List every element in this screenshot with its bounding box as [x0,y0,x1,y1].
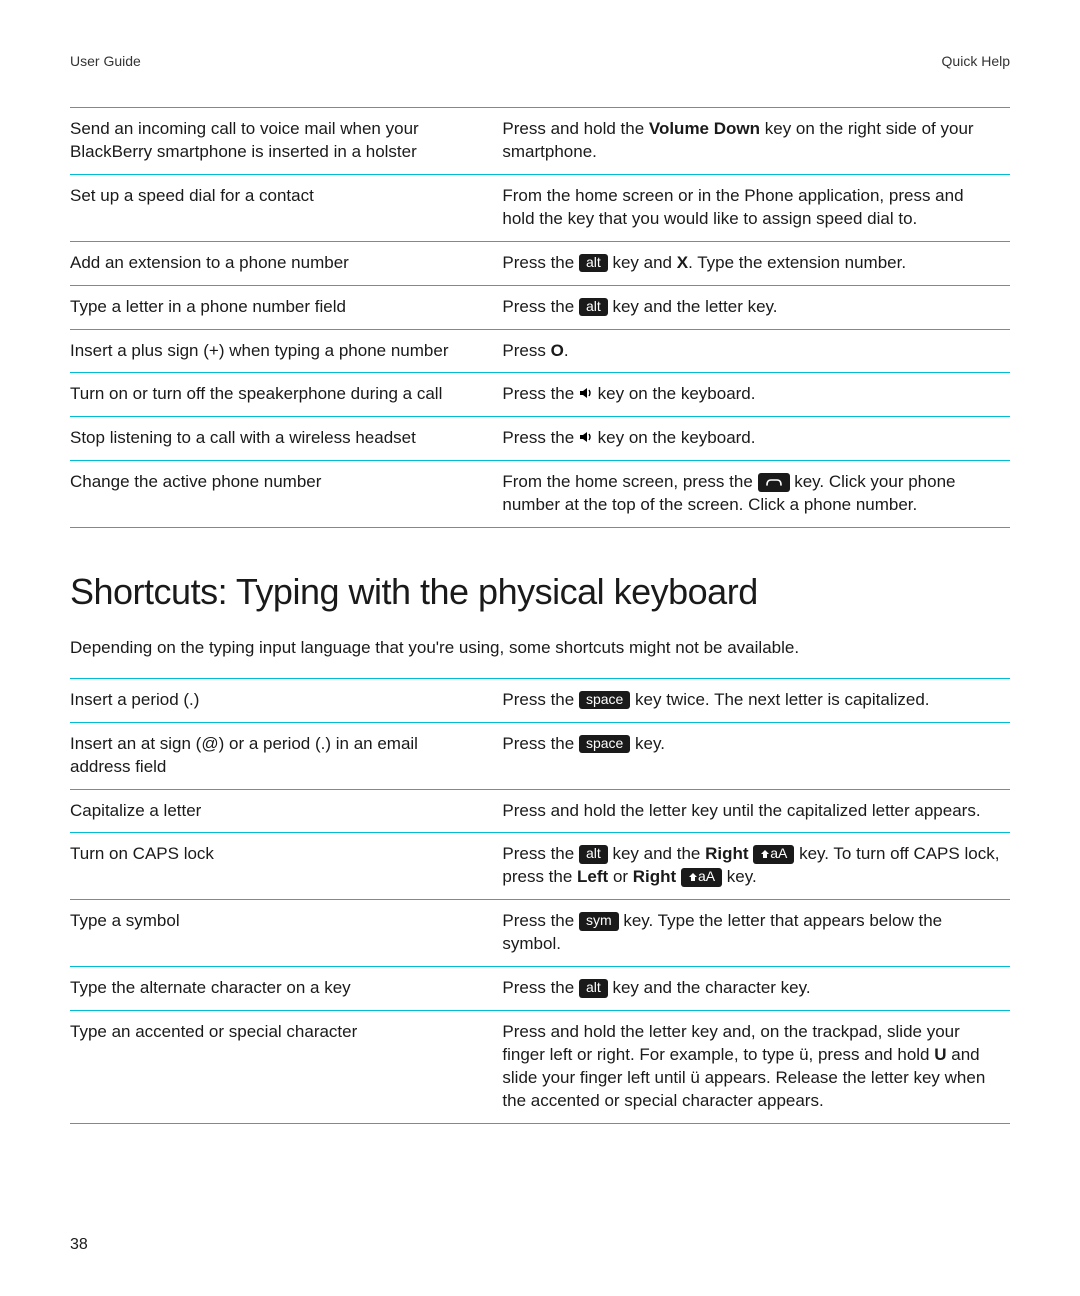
table-row: Stop listening to a call with a wireless… [70,417,1010,461]
section-title: Shortcuts: Typing with the physical keyb… [70,568,1010,617]
shift-key-icon: aA [681,868,722,886]
table-row: Type a symbolPress the sym key. Type the… [70,900,1010,967]
bold-text: O [551,341,564,360]
row-action: Change the active phone number [70,461,502,528]
bold-text: U [934,1045,946,1064]
table-row: Insert a plus sign (+) when typing a pho… [70,329,1010,373]
row-instruction: From the home screen or in the Phone app… [502,174,1010,241]
row-instruction: Press the alt key and the character key. [502,967,1010,1011]
table-row: Type the alternate character on a keyPre… [70,967,1010,1011]
alt-key-icon: alt [579,845,608,863]
row-instruction: Press the sym key. Type the letter that … [502,900,1010,967]
table-row: Change the active phone numberFrom the h… [70,461,1010,528]
send-key-icon [758,473,790,491]
alt-key-icon: alt [579,254,608,272]
page-container: User Guide Quick Help Send an incoming c… [0,0,1080,1296]
table-row: Add an extension to a phone numberPress … [70,241,1010,285]
table-row: Send an incoming call to voice mail when… [70,107,1010,174]
row-action: Set up a speed dial for a contact [70,174,502,241]
row-action: Capitalize a letter [70,789,502,833]
table-row: Insert an at sign (@) or a period (.) in… [70,722,1010,789]
row-instruction: Press the key on the keyboard. [502,417,1010,461]
table-row: Set up a speed dial for a contactFrom th… [70,174,1010,241]
shortcuts-table-1: Send an incoming call to voice mail when… [70,107,1010,528]
row-action: Turn on CAPS lock [70,833,502,900]
row-action: Type an accented or special character [70,1011,502,1124]
alt-key-icon: alt [579,979,608,997]
space-key-icon: space [579,691,630,709]
row-action: Turn on or turn off the speakerphone dur… [70,373,502,417]
bold-text: Left [577,867,608,886]
alt-key-icon: alt [579,298,608,316]
row-instruction: Press the alt key and the letter key. [502,285,1010,329]
table-row: Type a letter in a phone number fieldPre… [70,285,1010,329]
row-instruction: From the home screen, press the key. Cli… [502,461,1010,528]
row-instruction: Press and hold the letter key and, on th… [502,1011,1010,1124]
table-row: Capitalize a letterPress and hold the le… [70,789,1010,833]
page-number: 38 [70,1234,88,1256]
table-row: Type an accented or special characterPre… [70,1011,1010,1124]
row-action: Add an extension to a phone number [70,241,502,285]
row-action: Insert a plus sign (+) when typing a pho… [70,329,502,373]
row-action: Type a symbol [70,900,502,967]
row-action: Send an incoming call to voice mail when… [70,107,502,174]
row-instruction: Press the key on the keyboard. [502,373,1010,417]
page-header: User Guide Quick Help [70,52,1010,71]
table-row: Turn on CAPS lockPress the alt key and t… [70,833,1010,900]
shortcuts-table-2: Insert a period (.)Press the space key t… [70,678,1010,1124]
speaker-icon [579,384,593,403]
bold-text: Right [633,867,676,886]
row-action: Stop listening to a call with a wireless… [70,417,502,461]
row-instruction: Press the space key twice. The next lett… [502,678,1010,722]
row-instruction: Press the space key. [502,722,1010,789]
row-instruction: Press the alt key and X. Type the extens… [502,241,1010,285]
shift-key-icon: aA [753,845,794,863]
table-row: Turn on or turn off the speakerphone dur… [70,373,1010,417]
header-left: User Guide [70,52,141,71]
row-instruction: Press and hold the Volume Down key on th… [502,107,1010,174]
bold-text: Volume Down [649,119,760,138]
speaker-icon [579,428,593,447]
row-action: Insert an at sign (@) or a period (.) in… [70,722,502,789]
section-intro: Depending on the typing input language t… [70,637,1010,660]
bold-text: Right [705,844,748,863]
sym-key-icon: sym [579,912,619,930]
header-right: Quick Help [942,52,1010,71]
row-instruction: Press the alt key and the Right aA key. … [502,833,1010,900]
row-action: Type the alternate character on a key [70,967,502,1011]
bold-text: X [677,253,688,272]
row-action: Insert a period (.) [70,678,502,722]
space-key-icon: space [579,735,630,753]
table-row: Insert a period (.)Press the space key t… [70,678,1010,722]
row-instruction: Press and hold the letter key until the … [502,789,1010,833]
row-action: Type a letter in a phone number field [70,285,502,329]
row-instruction: Press O. [502,329,1010,373]
